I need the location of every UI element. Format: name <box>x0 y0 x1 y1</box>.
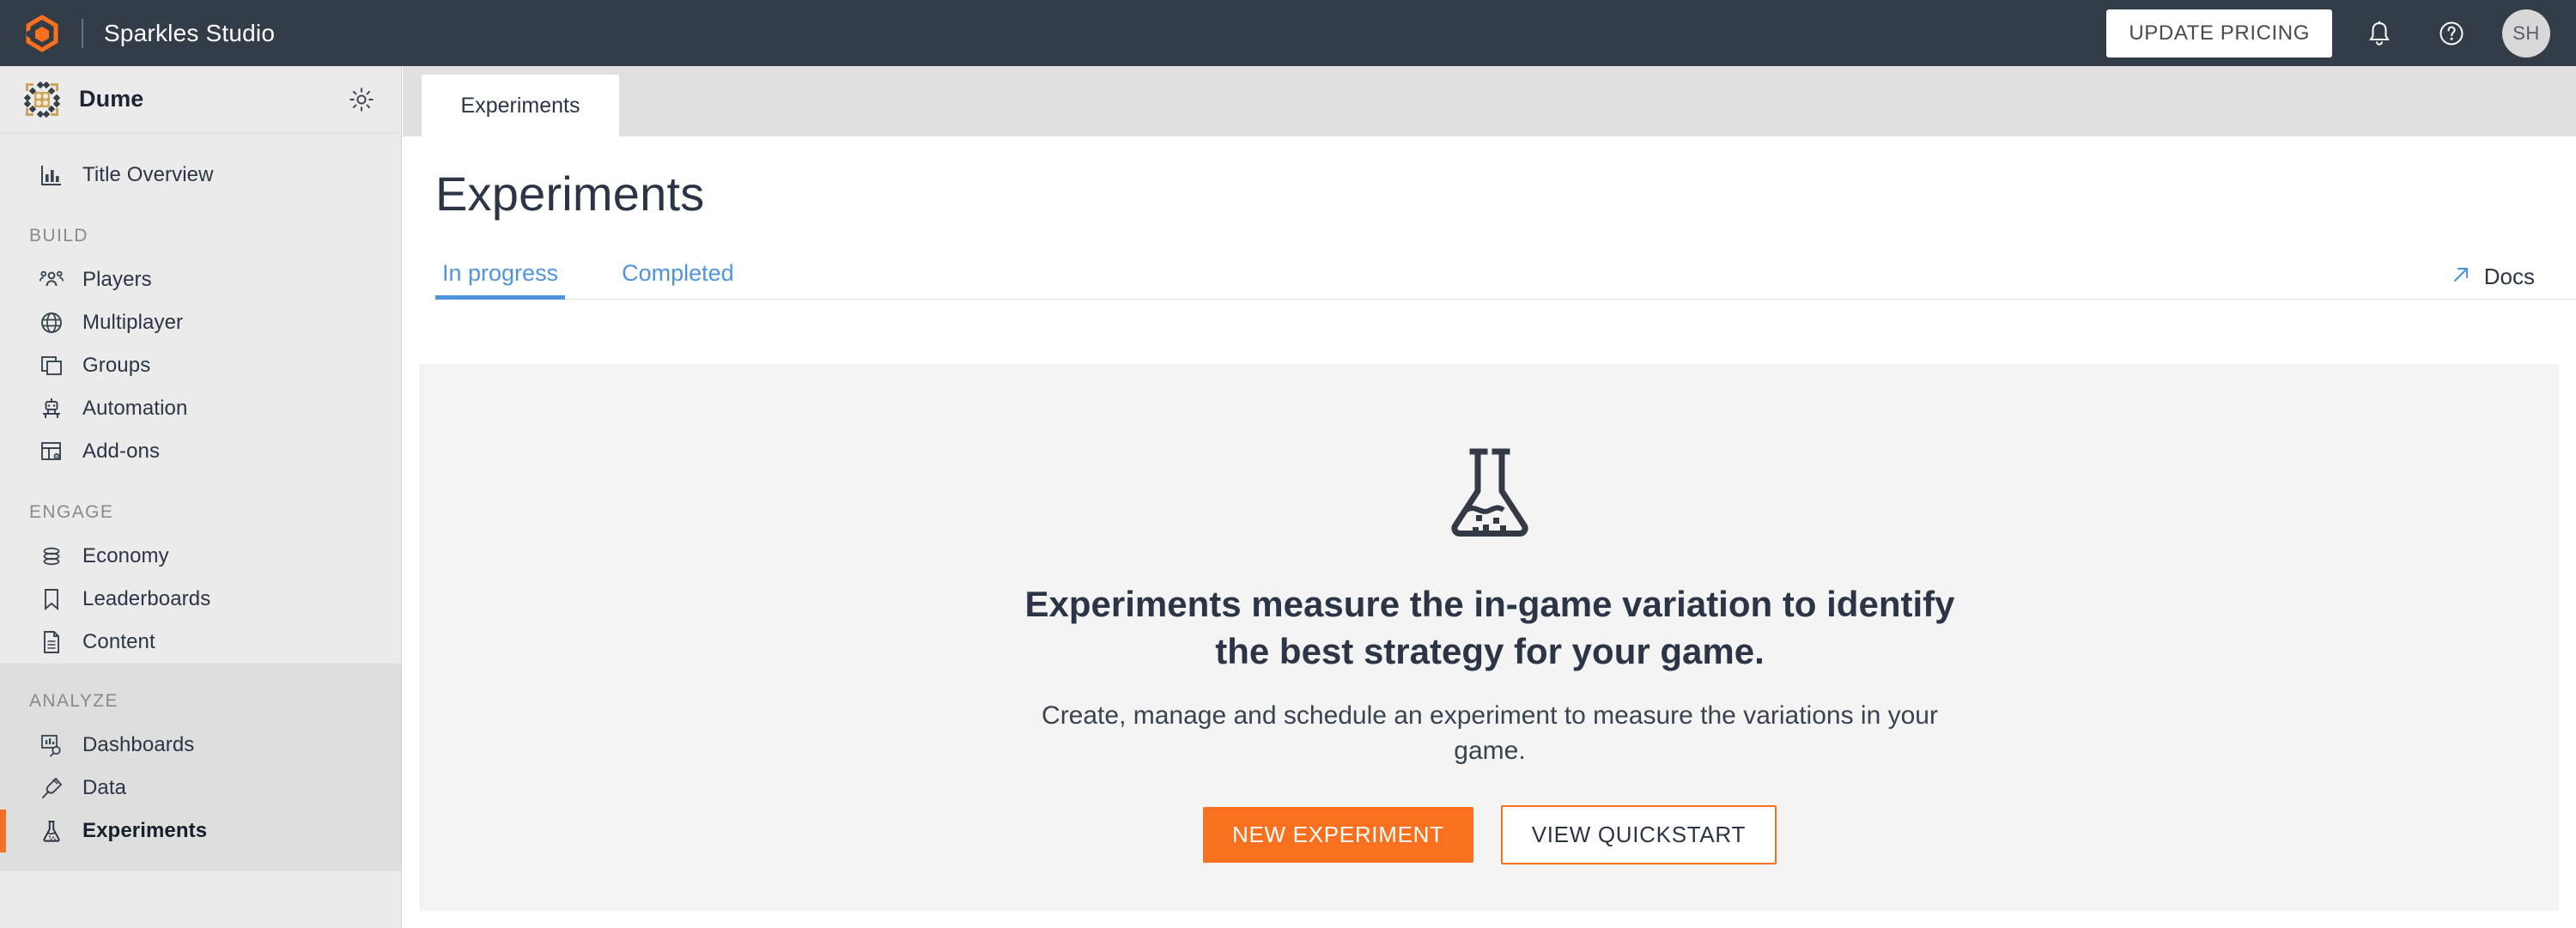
avatar[interactable]: SH <box>2502 9 2550 58</box>
new-experiment-button[interactable]: NEW EXPERIMENT <box>1202 806 1473 863</box>
external-link-arrow-icon <box>2450 264 2472 290</box>
docs-label: Docs <box>2483 264 2535 289</box>
hexagon-logo-icon[interactable] <box>23 14 61 52</box>
sidebar-section-analyze: ANALYZE Dashboards Data Experiments <box>0 664 401 871</box>
title-name: Dume <box>79 86 144 112</box>
sidebar-item-dashboards[interactable]: Dashboards <box>0 724 401 767</box>
sidebar-item-label: Experiments <box>82 819 208 842</box>
people-icon <box>36 264 67 295</box>
bar-chart-icon <box>36 160 67 191</box>
sidebar-item-label: Add-ons <box>82 440 161 463</box>
sidebar-item-label: Automation <box>82 397 188 420</box>
docs-link[interactable]: Docs <box>2450 264 2535 290</box>
empty-state: Experiments measure the in-game variatio… <box>420 364 2559 911</box>
empty-state-subtext: Create, manage and schedule an experimen… <box>1042 701 1938 766</box>
page-header: Experiments In progress Completed Docs <box>403 136 2576 300</box>
tab-strip: Experiments <box>403 66 2576 136</box>
sub-tab-bar: In progress Completed <box>435 250 2576 300</box>
sidebar-item-groups[interactable]: Groups <box>0 344 401 387</box>
flask-icon <box>1438 443 1541 544</box>
sidebar-item-multiplayer[interactable]: Multiplayer <box>0 301 401 344</box>
tab-experiments[interactable]: Experiments <box>422 75 619 136</box>
sidebar-item-economy[interactable]: Economy <box>0 535 401 578</box>
sidebar-item-label: Economy <box>82 544 169 567</box>
sidebar-item-add-ons[interactable]: Add-ons <box>0 430 401 473</box>
sidebar-section-build-label: BUILD <box>29 226 88 246</box>
gear-icon[interactable] <box>348 86 375 113</box>
update-pricing-button[interactable]: UPDATE PRICING <box>2106 9 2332 58</box>
robot-icon <box>36 393 67 424</box>
top-bar-actions: UPDATE PRICING SH <box>2106 9 2550 58</box>
globe-icon <box>36 307 67 338</box>
help-circle-icon[interactable] <box>2427 9 2476 58</box>
sidebar-item-label: Dashboards <box>82 733 195 756</box>
addons-grid-icon <box>36 436 67 467</box>
view-quickstart-button[interactable]: VIEW QUICKSTART <box>1500 804 1777 864</box>
sidebar-item-automation[interactable]: Automation <box>0 387 401 430</box>
sidebar-item-label: Content <box>82 630 155 653</box>
sidebar-section-analyze-label: ANALYZE <box>29 691 118 711</box>
page-title: Experiments <box>435 167 705 221</box>
bookmark-icon <box>36 584 67 615</box>
sidebar-item-label: Data <box>82 776 127 799</box>
sidebar-item-label: Multiplayer <box>82 311 184 334</box>
plug-icon <box>36 773 67 804</box>
main-content: Experiments Experiments In progress Comp… <box>403 66 2576 928</box>
sidebar-item-leaderboards[interactable]: Leaderboards <box>0 578 401 621</box>
coins-stack-icon <box>36 541 67 572</box>
sidebar-section-engage-label: ENGAGE <box>29 502 114 522</box>
sidebar-item-title-overview[interactable]: Title Overview <box>0 154 401 197</box>
sidebar-item-label: Title Overview <box>82 163 214 186</box>
subtab-in-progress[interactable]: In progress <box>435 260 566 300</box>
flask-icon <box>36 816 67 846</box>
sidebar-item-label: Players <box>82 268 152 291</box>
document-icon <box>36 627 67 658</box>
sidebar-item-content[interactable]: Content <box>0 621 401 664</box>
brand-divider <box>82 18 83 48</box>
content-panel: Experiments In progress Completed Docs E… <box>403 136 2576 928</box>
sidebar-item-players[interactable]: Players <box>0 258 401 301</box>
subtab-completed[interactable]: Completed <box>615 260 741 299</box>
sidebar-item-label: Leaderboards <box>82 587 211 610</box>
empty-state-heading: Experiments measure the in-game variatio… <box>1024 584 1955 672</box>
sidebar-item-label: Groups <box>82 354 151 377</box>
game-avatar-icon <box>23 81 61 118</box>
layers-icon <box>36 350 67 381</box>
dashboard-search-icon <box>36 730 67 761</box>
title-selector[interactable]: Dume <box>0 66 401 133</box>
bell-icon[interactable] <box>2354 9 2404 58</box>
sidebar-item-experiments[interactable]: Experiments <box>0 810 401 852</box>
empty-state-actions: NEW EXPERIMENT VIEW QUICKSTART <box>1202 804 1777 864</box>
top-navigation-bar: Sparkles Studio UPDATE PRICING SH <box>0 0 2576 66</box>
brand-name: Sparkles Studio <box>104 19 276 46</box>
sidebar: Dume Title Overview BUILD Players Multip… <box>0 66 402 928</box>
sidebar-item-data[interactable]: Data <box>0 767 401 810</box>
